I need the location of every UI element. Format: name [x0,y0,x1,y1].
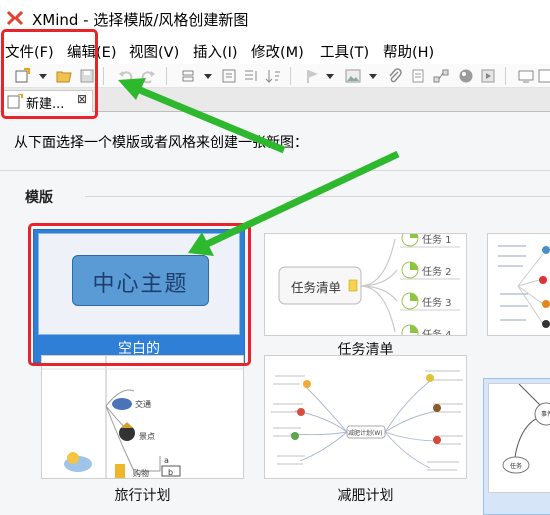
travel-item: 购物 [133,469,149,478]
template-task-list[interactable]: 任务清单 任务 1 任务 2 任务 3 任务 4 任务清单 [264,233,467,363]
task-item: 任务 2 [422,267,452,278]
menu-tools[interactable]: 工具(T) [320,41,369,62]
mind-map-graphic [498,245,550,328]
open-folder-icon[interactable] [56,68,72,84]
new-map-wizard: 从下面选择一个模版或者风格来创建一张新图： 模版 中心主题 空白的 任务清单 任… [0,112,550,515]
divider [85,196,550,197]
travel-sub-item: b [168,468,174,477]
toolbar-separator [290,67,291,85]
align-icon[interactable] [243,68,259,84]
template-thumbnail: 中心主题 [38,233,240,335]
tab-close-icon[interactable]: ⊠ [77,92,87,106]
attachment-icon[interactable] [387,68,403,84]
image-icon[interactable] [345,68,361,84]
task-item: 任务 3 [422,298,452,309]
travel-sub-item: a [164,456,169,465]
editor-tab-bar: 新建... ⊠ [0,88,550,112]
central-topic-text: 中心主题 [92,272,189,297]
template-thumbnail: 减肥计划(W) [264,355,467,479]
tab-label: 新建... [26,97,65,112]
toolbar-separator [166,67,167,85]
weight-loss-map-graphic [271,370,463,471]
presentation-icon[interactable] [480,68,496,84]
window-title: XMind - 选择模版/风格创建新图 [32,11,249,29]
divider [0,170,550,171]
template-thumbnail: 事件 任务 [488,383,550,493]
toolbar [0,64,550,88]
template-partial-top[interactable] [487,233,550,336]
menu-help[interactable]: 帮助(H) [383,41,434,62]
xmind-logo-icon [6,10,24,26]
subtopic-icon[interactable] [221,68,237,84]
template-thumbnail: 任务清单 任务 1 任务 2 任务 3 任务 4 [264,233,467,336]
note-icon[interactable] [410,68,426,84]
task-list-root: 任务清单 [291,280,342,295]
task-item: 任务 1 [422,235,452,246]
menu-insert[interactable]: 插入(I) [193,41,238,62]
templates-section-title: 模版 [25,190,53,206]
sort-icon[interactable] [265,68,281,84]
flag-marker-icon[interactable] [305,68,321,84]
toolbar-separator [103,67,104,85]
image-dropdown-icon[interactable] [369,74,377,79]
instruction-text: 从下面选择一个模版或者风格来创建一张新图： [14,135,308,151]
task-item: 任务 4 [422,330,452,336]
template-thumbnail [487,233,550,336]
travel-map-graphic [42,356,243,478]
new-map-icon[interactable] [14,68,30,84]
template-thumbnail: 交通 景点 购物 a b [41,355,244,479]
menu-view[interactable]: 视图(V) [129,41,179,62]
theme-icon[interactable] [458,68,474,84]
template-travel-plan[interactable]: 交通 景点 购物 a b 旅行计划 [41,355,244,515]
outline-icon[interactable] [538,68,550,84]
relationship-icon[interactable] [433,68,449,84]
template-label: 减肥计划 [337,488,394,504]
weight-loss-root: 减肥计划(W) [348,430,383,437]
menu-bar: 文件(F) 编辑(E) 视图(V) 插入(I) 修改(M) 工具(T) 帮助(H… [0,38,550,64]
new-map-dropdown-icon[interactable] [39,74,47,79]
insert-topic-dropdown-icon[interactable] [204,74,212,79]
new-map-tab-icon [7,94,23,109]
travel-item: 交通 [135,400,151,409]
template-weight-loss-plan[interactable]: 减肥计划(W) 减肥计划 [264,355,467,515]
toolbar-separator [505,67,506,85]
title-bar: XMind - 选择模版/风格创建新图 [0,0,550,34]
screen-icon[interactable] [518,68,534,84]
flow-map-graphic [502,384,550,474]
redo-icon[interactable] [140,68,156,84]
marker-dropdown-icon[interactable] [326,74,334,79]
flow-node: 事件 [541,411,550,418]
insert-topic-icon[interactable] [180,68,196,84]
template-blank[interactable]: 中心主题 空白的 [33,229,245,363]
hover-highlight: 事件 任务 [483,378,550,515]
tab-new-map[interactable]: 新建... ⊠ [3,90,93,112]
travel-item: 景点 [139,432,155,441]
menu-edit[interactable]: 编辑(E) [67,41,116,62]
central-topic-box: 中心主题 [72,255,209,306]
template-label: 旅行计划 [114,488,171,504]
menu-file[interactable]: 文件(F) [5,41,54,62]
template-partial-bottom[interactable]: 事件 任务 [483,378,550,515]
flow-node: 任务 [510,463,523,470]
save-icon[interactable] [79,68,95,84]
menu-modify[interactable]: 修改(M) [251,41,304,62]
undo-icon[interactable] [118,68,134,84]
